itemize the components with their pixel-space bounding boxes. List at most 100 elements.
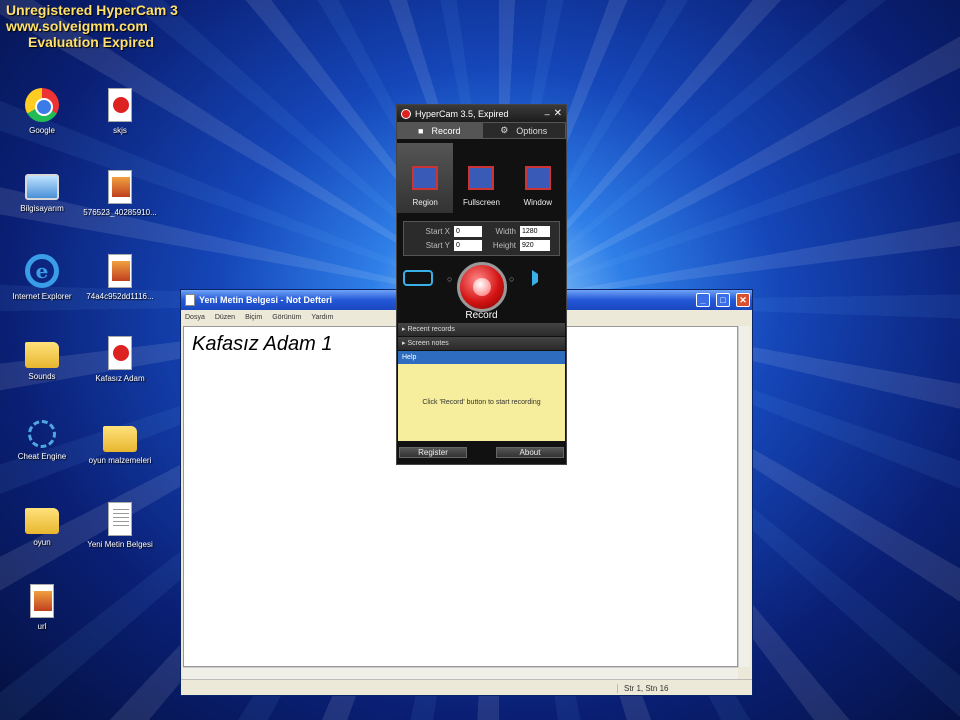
text-file-icon <box>108 502 132 536</box>
help-panel: Click 'Record' button to start recording <box>398 364 565 441</box>
desktop-icon-label: Kafasız Adam <box>95 374 145 383</box>
desktop-icon-label: 576523_40285910... <box>83 208 157 217</box>
help-text: Click 'Record' button to start recording <box>422 399 541 406</box>
watermark-line-2: www.solveigmm.com <box>6 18 148 34</box>
desktop-icon-label: url <box>37 622 47 631</box>
tab-record[interactable]: ■ Record <box>397 122 482 139</box>
hypercam-tabs: ■ Record ⚙ Options <box>397 122 566 139</box>
speaker-icon[interactable] <box>532 270 546 286</box>
height-label: Height <box>492 241 516 250</box>
record-label: Record <box>465 310 498 321</box>
desktop-icon-oyun[interactable]: oyun <box>0 502 84 547</box>
start-x-input[interactable]: 0 <box>454 226 482 237</box>
desktop-icon-oyun-malzemeleri[interactable]: oyun malzemeleri <box>78 420 162 465</box>
desktop-icon-label: skjs <box>113 126 127 135</box>
cursor-position: Str 1, Stn 16 <box>617 684 668 693</box>
maximize-button[interactable]: □ <box>716 293 730 307</box>
capture-modes: Region Fullscreen Window <box>397 143 566 213</box>
flash-file-icon <box>108 88 132 122</box>
mode-region[interactable]: Region <box>397 143 454 213</box>
start-y-input[interactable]: 0 <box>454 240 482 251</box>
hypercam-window: HyperCam 3.5, Expired – ✕ ■ Record ⚙ Opt… <box>396 104 567 465</box>
chrome-icon <box>25 88 59 122</box>
minimize-button[interactable]: _ <box>696 293 710 307</box>
height-input[interactable]: 920 <box>520 240 550 251</box>
desktop-icon-url[interactable]: url <box>0 584 84 631</box>
image-file-icon <box>30 584 54 618</box>
region-icon <box>412 166 439 190</box>
fullscreen-icon <box>468 166 495 190</box>
desktop-icon-yeni-metin-belgesi[interactable]: Yeni Metin Belgesi <box>78 502 162 549</box>
mode-fullscreen-label: Fullscreen <box>463 198 500 207</box>
watermark: Unregistered HyperCam 3 www.solveigmm.co… <box>6 2 178 50</box>
gear-icon: ⚙ <box>500 125 509 135</box>
mode-window[interactable]: Window <box>510 143 566 213</box>
menu-duzen[interactable]: Düzen <box>215 314 235 321</box>
desktop-icon-cheat-engine[interactable]: Cheat Engine <box>0 420 84 461</box>
folder-icon <box>25 342 59 368</box>
start-x-label: Start X <box>425 227 450 236</box>
desktop-icon-label: Sounds <box>28 372 56 381</box>
desktop-icon-label: Google <box>29 126 55 135</box>
width-label: Width <box>495 227 516 236</box>
hypercam-footer: Register About <box>399 447 564 458</box>
desktop-icon-image-1[interactable]: 576523_40285910... <box>78 170 162 217</box>
hypercam-close-button[interactable]: ✕ <box>554 108 562 119</box>
desktop-icon-image-2[interactable]: 74a4c952dd1116... <box>78 254 162 301</box>
notepad-icon <box>185 294 195 306</box>
about-button[interactable]: About <box>496 447 564 458</box>
close-button[interactable]: ✕ <box>736 293 750 307</box>
section-screen-notes[interactable]: ▸ Screen notes <box>398 337 565 350</box>
audio-toggle-icon[interactable]: ○ <box>509 274 514 284</box>
width-input[interactable]: 1280 <box>520 226 550 237</box>
section-help[interactable]: Help <box>398 351 565 364</box>
tab-options-label: Options <box>516 125 548 136</box>
menu-yardim[interactable]: Yardım <box>311 314 333 321</box>
desktop-icon-label: Bilgisayarım <box>20 204 64 213</box>
menu-dosya[interactable]: Dosya <box>185 314 205 321</box>
desktop-icon-internet-explorer[interactable]: e Internet Explorer <box>0 254 84 301</box>
desktop-icon-skjs[interactable]: skjs <box>78 88 162 135</box>
desktop-icon-sounds[interactable]: Sounds <box>0 336 84 381</box>
tab-record-label: Record <box>431 125 461 136</box>
hypercam-minimize-button[interactable]: – <box>545 109 550 119</box>
tab-options[interactable]: ⚙ Options <box>481 122 566 139</box>
computer-icon <box>25 174 59 200</box>
desktop-icon-kafasiz-adam[interactable]: Kafasız Adam <box>78 336 162 383</box>
flash-file-icon <box>108 336 132 370</box>
desktop-icon-label: 74a4c952dd1116... <box>86 292 154 301</box>
register-button[interactable]: Register <box>399 447 467 458</box>
section-recent-records-label: Recent records <box>407 326 455 333</box>
horizontal-scrollbar[interactable] <box>183 667 738 679</box>
start-y-label: Start Y <box>425 241 450 250</box>
desktop-icon-computer[interactable]: Bilgisayarım <box>0 170 84 213</box>
webcam-toggle-icon[interactable]: ○ <box>447 274 452 284</box>
mode-fullscreen[interactable]: Fullscreen <box>453 143 509 213</box>
desktop-icon-google[interactable]: Google <box>0 88 84 135</box>
section-recent-records[interactable]: ▸ Recent records <box>398 323 565 336</box>
menu-gorunum[interactable]: Görünüm <box>272 314 301 321</box>
mode-region-label: Region <box>412 198 438 207</box>
window-icon <box>524 166 551 190</box>
ie-icon: e <box>25 254 59 288</box>
image-file-icon <box>108 170 132 204</box>
vertical-scrollbar[interactable] <box>738 326 750 667</box>
watermark-line-1: Unregistered HyperCam 3 <box>6 2 178 18</box>
region-coordinates: Start X 0 Width 1280 Start Y 0 Height 92… <box>403 221 560 256</box>
watermark-line-3: Evaluation Expired <box>28 34 155 50</box>
hypercam-logo-icon <box>401 108 411 119</box>
section-screen-notes-label: Screen notes <box>407 340 449 347</box>
hypercam-titlebar[interactable]: HyperCam 3.5, Expired – ✕ <box>397 105 566 122</box>
menu-bicim[interactable]: Biçim <box>245 314 262 321</box>
mode-window-label: Window <box>523 198 553 207</box>
desktop-icon-label: Cheat Engine <box>17 452 67 461</box>
desktop-icon-label: Yeni Metin Belgesi <box>87 540 153 549</box>
webcam-icon[interactable] <box>403 270 433 286</box>
desktop-icon-label: Internet Explorer <box>12 292 72 301</box>
section-help-label: Help <box>402 354 417 361</box>
notepad-statusbar: Str 1, Stn 16 <box>181 679 752 695</box>
folder-icon <box>103 426 137 452</box>
camera-icon: ■ <box>418 125 424 136</box>
image-file-icon <box>108 254 132 288</box>
record-button[interactable] <box>457 262 507 312</box>
